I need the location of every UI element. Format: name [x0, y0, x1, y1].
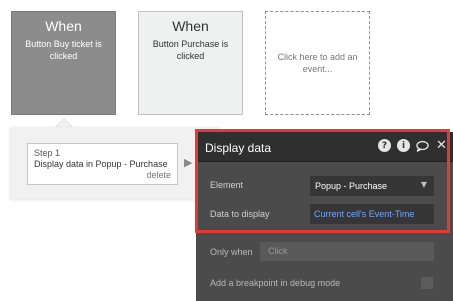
event-card-purchase[interactable]: When Button Purchase is clicked	[138, 11, 243, 115]
only-when-input[interactable]: Click	[260, 242, 434, 261]
step-action: Display data in Popup - Purchase	[34, 159, 168, 169]
data-to-display-label: Data to display	[210, 209, 270, 219]
delete-step-link[interactable]: delete	[146, 170, 171, 181]
help-icon[interactable]: ?	[378, 139, 391, 152]
inspector-header: Display data ? i ✕	[196, 132, 453, 162]
only-when-label: Only when	[210, 247, 253, 257]
close-icon[interactable]: ✕	[435, 138, 448, 153]
chevron-down-icon: ▼	[420, 180, 427, 189]
breakpoint-label: Add a breakpoint in debug mode	[210, 278, 341, 288]
action-inspector-panel: Display data ? i ✕ Element Popup - Purch…	[196, 132, 453, 301]
inspector-title: Display data	[205, 141, 272, 155]
add-event-placeholder[interactable]: Click here to add an event...	[265, 11, 370, 115]
event-card-buy-ticket[interactable]: When Button Buy ticket is clicked	[11, 11, 116, 115]
step-number: Step 1	[34, 148, 61, 158]
comment-icon[interactable]	[416, 139, 429, 152]
add-event-text: Click here to add an event...	[277, 52, 358, 74]
event-card-subtitle: Button Buy ticket is clicked	[25, 39, 102, 61]
inspector-header-icons: ? i ✕	[378, 138, 448, 153]
breakpoint-checkbox[interactable]	[421, 277, 433, 289]
info-icon[interactable]: i	[397, 139, 410, 152]
element-label: Element	[210, 180, 244, 190]
element-dropdown[interactable]: Popup - Purchase ▼	[310, 176, 434, 196]
data-to-display-field[interactable]: Current cell's Event-Time	[310, 204, 434, 224]
workflow-step-1[interactable]: Step 1 Display data in Popup - Purchase …	[27, 143, 178, 185]
event-card-subtitle: Button Purchase is clicked	[152, 39, 229, 61]
triangle-right-icon: ▶	[184, 157, 193, 169]
event-card-title: When	[172, 18, 209, 34]
element-dropdown-value: Popup - Purchase	[315, 181, 388, 191]
event-card-title: When	[45, 18, 82, 34]
